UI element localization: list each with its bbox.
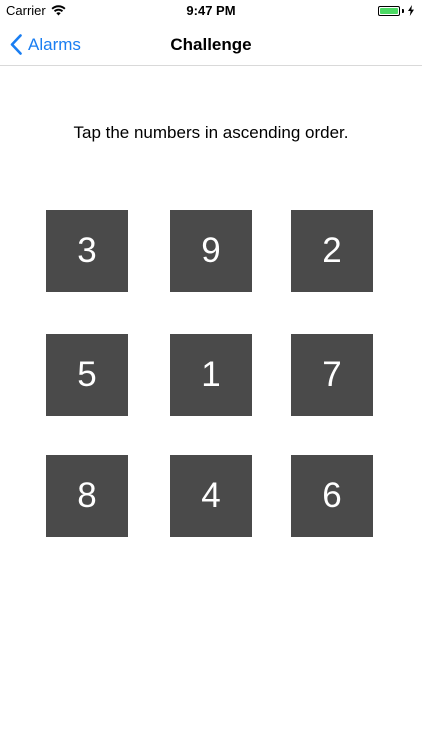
navigation-bar: Challenge Alarms xyxy=(0,24,422,66)
number-tile[interactable]: 4 xyxy=(170,455,252,537)
battery-tip xyxy=(402,8,404,13)
number-tile[interactable]: 1 xyxy=(170,334,252,416)
status-bar: Carrier 9:47 PM xyxy=(0,0,422,24)
instruction-text: Tap the numbers in ascending order. xyxy=(73,123,349,142)
chevron-left-icon xyxy=(10,34,22,55)
charging-bolt-icon xyxy=(408,5,414,16)
number-tile[interactable]: 9 xyxy=(170,210,252,292)
battery-fill xyxy=(380,7,398,14)
number-tile[interactable]: 3 xyxy=(46,210,128,292)
status-clock: 9:47 PM xyxy=(186,3,236,18)
number-tile[interactable]: 7 xyxy=(291,334,373,416)
back-button[interactable]: Alarms xyxy=(10,24,81,65)
battery-indicator xyxy=(378,5,414,16)
battery-icon xyxy=(378,5,400,16)
number-tile[interactable]: 6 xyxy=(291,455,373,537)
number-tile[interactable]: 8 xyxy=(46,455,128,537)
back-button-label: Alarms xyxy=(28,34,81,54)
number-tile[interactable]: 2 xyxy=(291,210,373,292)
number-tile[interactable]: 5 xyxy=(46,334,128,416)
